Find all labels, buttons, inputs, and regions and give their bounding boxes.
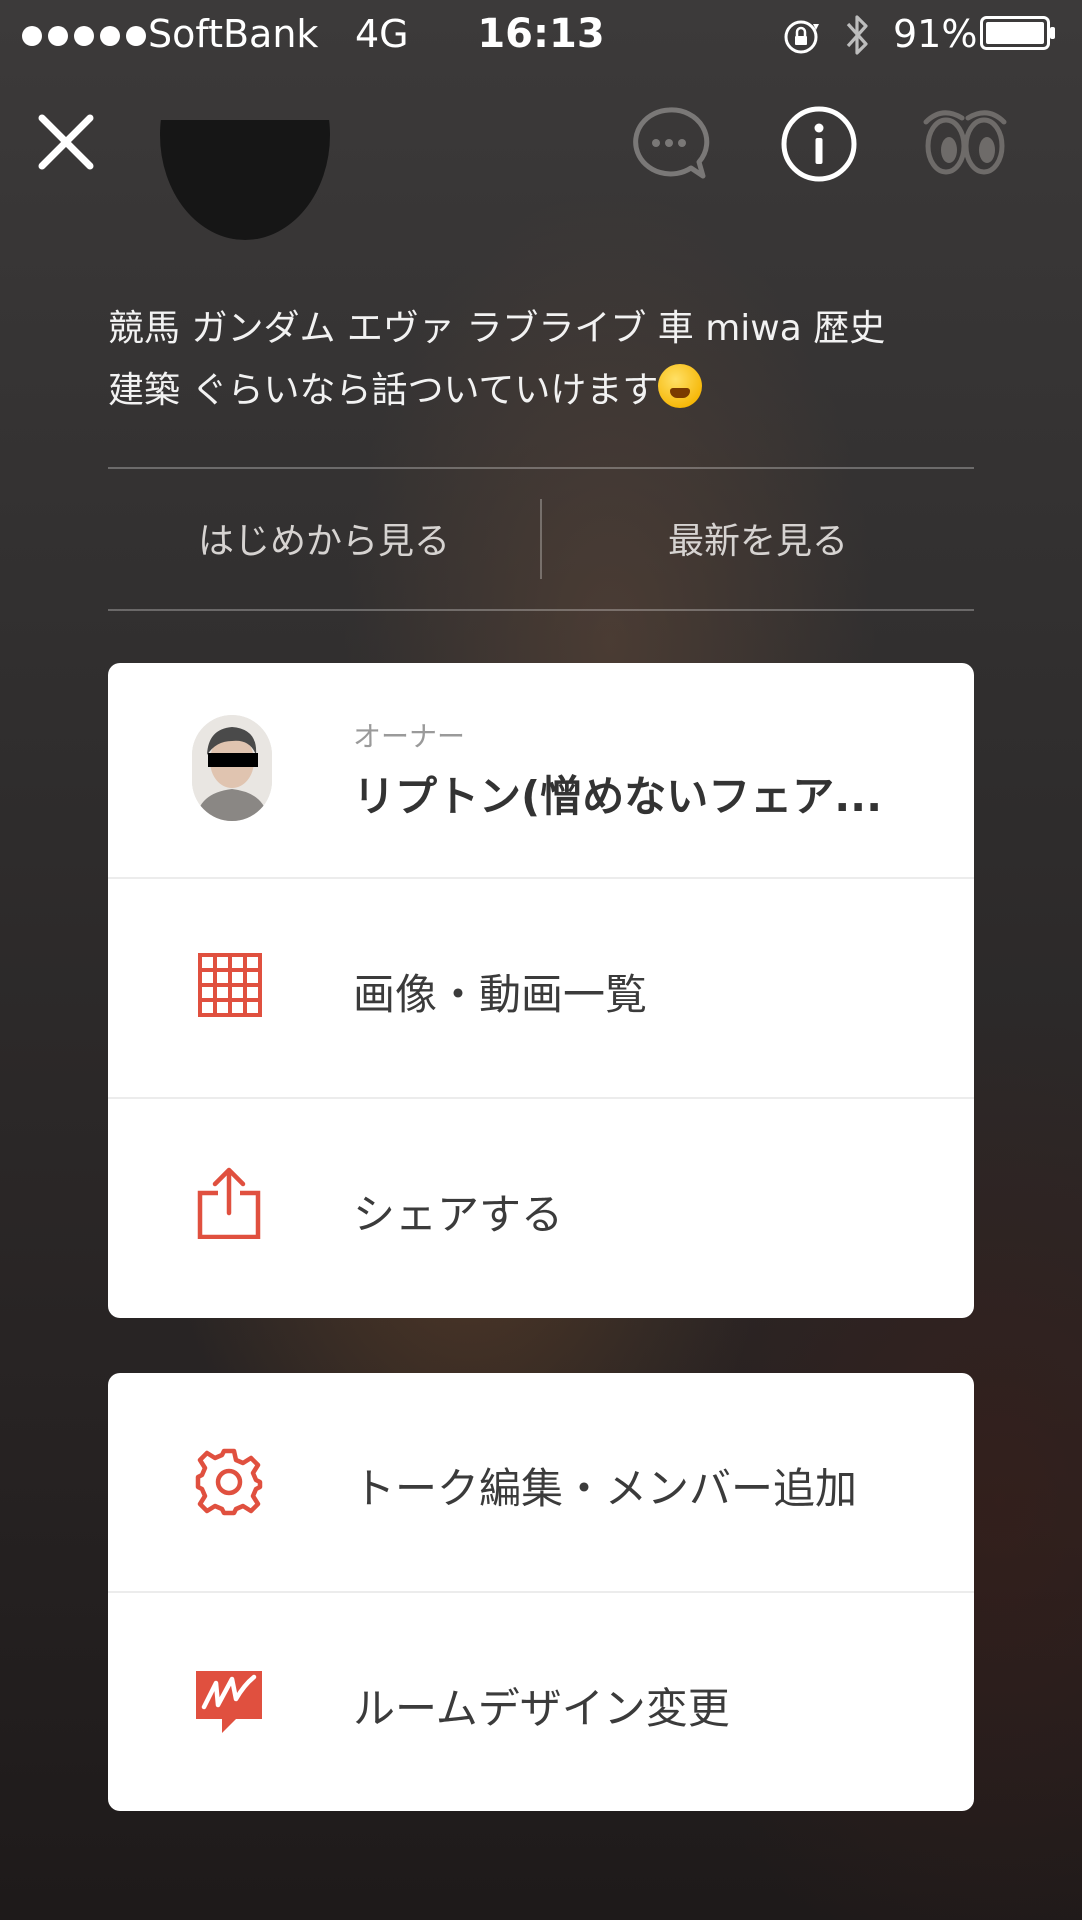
room-avatar — [160, 120, 330, 240]
grid-icon — [198, 953, 262, 1017]
room-design-icon — [196, 1671, 262, 1733]
battery-percentage: 91% — [893, 12, 978, 56]
chat-bubble-icon[interactable] — [628, 104, 710, 184]
owner-name: リプトン(憎めないフェア... — [353, 772, 883, 821]
bluetooth-icon — [846, 15, 868, 55]
eyes-icon[interactable] — [922, 104, 1008, 184]
view-latest-button[interactable]: 最新を見る — [542, 469, 974, 607]
description-line-1: 競馬 ガンダム エヴァ ラブライブ 車 miwa 歴史 — [108, 308, 886, 349]
status-bar: SoftBank 4G 16:13 91% — [0, 0, 1082, 70]
room-design-label: ルームデザイン変更 — [353, 1684, 730, 1733]
share-label: シェアする — [353, 1190, 564, 1239]
battery-icon — [980, 16, 1055, 50]
view-options-bar: はじめから見る 最新を見る — [108, 467, 974, 611]
info-icon[interactable] — [778, 104, 860, 184]
tired-face-emoji-icon — [658, 364, 703, 408]
share-icon — [197, 1167, 261, 1239]
owner-avatar — [192, 715, 272, 821]
media-list-label: 画像・動画一覧 — [353, 970, 648, 1019]
share-row[interactable]: シェアする — [108, 1099, 974, 1318]
view-from-start-button[interactable]: はじめから見る — [108, 469, 540, 607]
orientation-lock-icon — [784, 20, 819, 54]
owner-role-label: オーナー — [353, 720, 466, 753]
gear-icon — [195, 1448, 263, 1516]
owner-row[interactable]: オーナー リプトン(憎めないフェア... — [108, 663, 974, 877]
edit-talk-row[interactable]: トーク編集・メンバー追加 — [108, 1373, 974, 1591]
description-line-2: 建築 ぐらいなら話ついていけます — [108, 370, 659, 411]
room-settings-card: トーク編集・メンバー追加 ルームデザイン変更 — [108, 1373, 974, 1811]
close-icon[interactable] — [36, 112, 96, 172]
edit-talk-label: トーク編集・メンバー追加 — [353, 1464, 858, 1513]
room-info-card: オーナー リプトン(憎めないフェア... 画像・動画一覧 シェアする — [108, 663, 974, 1318]
room-design-row[interactable]: ルームデザイン変更 — [108, 1593, 974, 1811]
media-list-row[interactable]: 画像・動画一覧 — [108, 879, 974, 1097]
room-description: 競馬 ガンダム エヴァ ラブライブ 車 miwa 歴史 建築 ぐらいなら話ついて… — [108, 298, 988, 422]
